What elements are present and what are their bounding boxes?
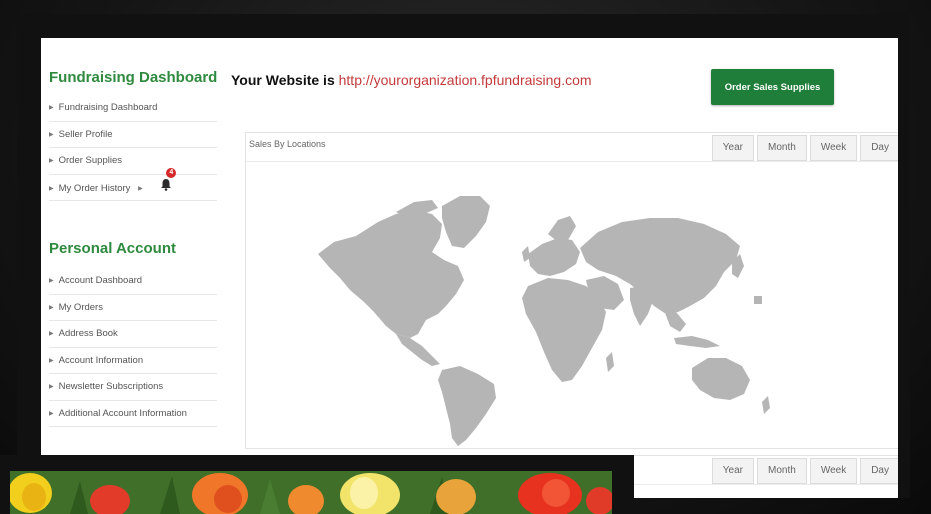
map-region-scandinavia	[548, 216, 576, 242]
sidebar-item-address-book[interactable]: ▶ Address Book	[49, 321, 217, 348]
website-url-link[interactable]: http://yourorganization.fpfundraising.co…	[339, 72, 592, 88]
arrow-right-icon: ▶	[49, 410, 54, 417]
arrow-right-icon: ▶	[138, 185, 143, 192]
map-region-australia	[692, 358, 750, 400]
fundraising-dashboard-heading: Fundraising Dashboard	[49, 69, 218, 86]
map-region-new-zealand	[762, 396, 770, 414]
tulip-photo	[10, 471, 612, 514]
tab-day[interactable]: Day	[860, 135, 898, 161]
tab-month[interactable]: Month	[757, 135, 807, 161]
tulip-image	[10, 471, 612, 514]
world-map-svg	[318, 196, 770, 446]
fundraising-menu: ▶ Fundraising Dashboard ▶ Seller Profile ▶…	[49, 95, 217, 201]
sidebar-item-fundraising-dashboard[interactable]: ▶ Fundraising Dashboard	[49, 95, 217, 122]
dashboard-page: Fundraising Dashboard ▶ Fundraising Dashb…	[41, 38, 898, 498]
sidebar-item-label: Seller Profile	[58, 128, 113, 140]
period-tabs: Year Month Week Day	[709, 458, 898, 484]
sidebar-item-additional-account-information[interactable]: ▶ Additional Account Information	[49, 401, 217, 427]
personal-account-heading: Personal Account	[49, 240, 176, 257]
sidebar-item-order-supplies[interactable]: ▶ Order Supplies	[49, 148, 217, 175]
sidebar-item-my-orders[interactable]: ▶ My Orders	[49, 295, 217, 321]
map-region-pacific-marker	[754, 296, 762, 304]
arrow-right-icon: ▶	[49, 105, 54, 111]
sidebar-item-seller-profile[interactable]: ▶ Seller Profile	[49, 122, 217, 148]
notification-badge: 4	[166, 167, 177, 178]
map-region-southeast-asia	[664, 310, 686, 332]
world-map[interactable]	[246, 162, 898, 447]
arrow-right-icon: ▶	[49, 278, 54, 284]
map-region-madagascar	[606, 352, 614, 372]
sidebar-item-label: Fundraising Dashboard	[58, 102, 158, 113]
sidebar-item-label: Additional Account Information	[58, 407, 187, 419]
arrow-right-icon: ▶	[49, 384, 54, 390]
tab-week[interactable]: Week	[809, 458, 858, 484]
bell-icon	[161, 178, 172, 191]
website-line: Your Website is http://yourorganization.…	[231, 72, 592, 88]
arrow-right-icon: ▶	[49, 331, 54, 337]
notification-bell-icon[interactable]: 4	[160, 167, 177, 200]
map-region-greenland	[442, 196, 490, 248]
website-label: Your Website is	[231, 72, 339, 88]
sidebar-item-account-dashboard[interactable]: ▶ Account Dashboard	[49, 268, 217, 295]
tab-month[interactable]: Month	[757, 458, 807, 484]
sidebar-item-label: Order Supplies	[58, 155, 122, 166]
map-region-uk	[522, 246, 530, 262]
sales-by-locations-panel: Sales By Locations Year Month Week Day	[245, 132, 898, 449]
arrow-right-icon: ▶	[49, 185, 54, 192]
panel-title: Sales By Locations	[249, 139, 326, 149]
map-region-south-america	[438, 366, 496, 446]
arrow-right-icon: ▶	[49, 158, 54, 164]
personal-menu: ▶ Account Dashboard ▶ My Orders ▶ Address B…	[49, 268, 217, 427]
arrow-right-icon: ▶	[49, 357, 54, 364]
sidebar-item-account-information[interactable]: ▶ Account Information	[49, 348, 217, 374]
tab-week[interactable]: Week	[809, 135, 858, 161]
map-region-europe	[528, 238, 580, 276]
tab-year[interactable]: Year	[711, 458, 755, 484]
tab-day[interactable]: Day	[860, 458, 898, 484]
sidebar-item-label: My Orders	[58, 301, 103, 313]
sidebar-item-newsletter-subscriptions[interactable]: ▶ Newsletter Subscriptions	[49, 374, 217, 401]
order-sales-supplies-button[interactable]: Order Sales Supplies	[711, 69, 834, 105]
panel-header: Sales By Locations Year Month Week Day	[246, 133, 898, 162]
sidebar-item-label: My Order History	[58, 182, 131, 194]
tab-year[interactable]: Year	[711, 135, 755, 161]
map-region-north-america	[318, 210, 464, 338]
period-tabs: Year Month Week Day	[709, 135, 898, 161]
sidebar-item-my-order-history[interactable]: ▶ My Order History ▶ 4	[49, 167, 217, 201]
arrow-right-icon: ▶	[49, 304, 54, 311]
map-region-central-america	[396, 334, 440, 366]
sidebar-item-label: Account Information	[58, 354, 144, 366]
arrow-right-icon: ▶	[49, 131, 54, 138]
sidebar-item-label: Address Book	[58, 328, 118, 339]
sidebar-item-label: Account Dashboard	[58, 275, 143, 286]
map-region-indonesia	[674, 336, 720, 348]
photo-frame	[0, 455, 634, 514]
sidebar-item-label: Newsletter Subscriptions	[58, 381, 164, 392]
monitor-screen: Fundraising Dashboard ▶ Fundraising Dashb…	[17, 14, 910, 498]
